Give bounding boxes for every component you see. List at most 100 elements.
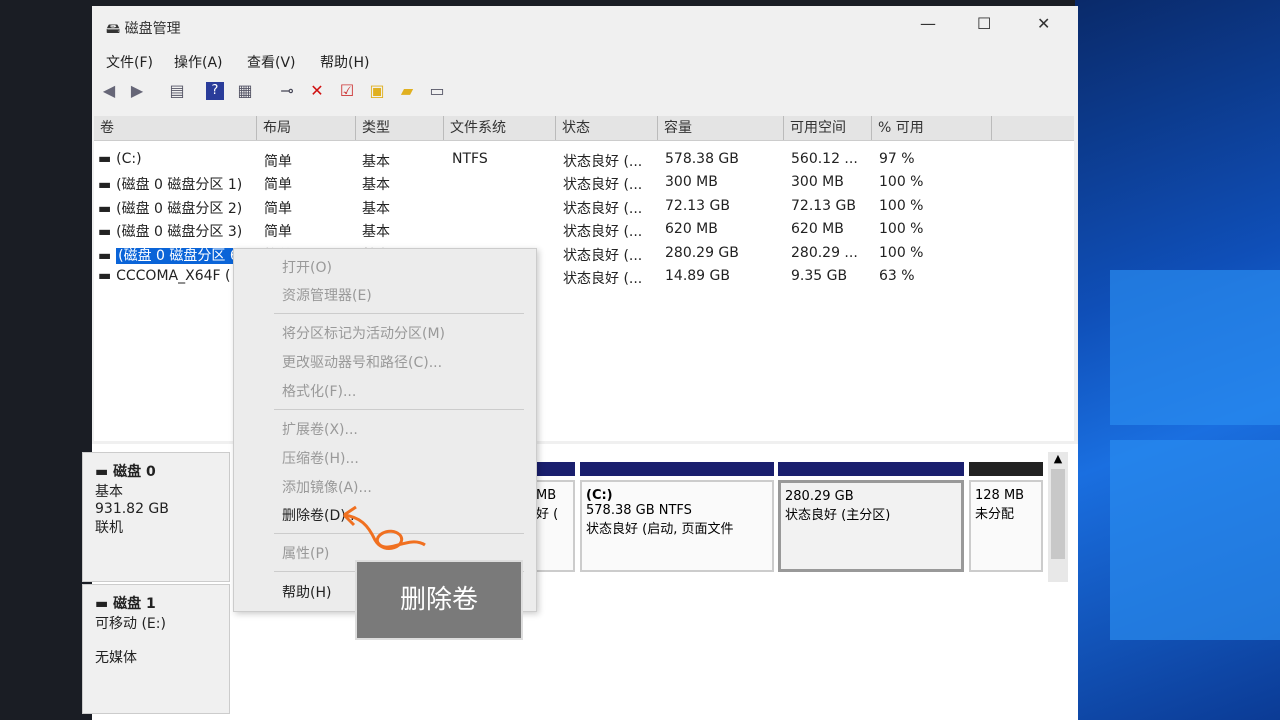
desktop-background <box>1075 0 1280 720</box>
back-icon[interactable]: ◀ <box>100 82 118 100</box>
menu-file[interactable]: 文件(F) <box>106 52 153 72</box>
cell-status: 状态良好 (... <box>563 154 643 170</box>
cell-free: 560.12 ... <box>791 151 858 167</box>
menu-action[interactable]: 操作(A) <box>174 52 223 72</box>
volume-name: (磁盘 0 磁盘分区 1) <box>116 177 243 194</box>
cell-cap: 620 MB <box>665 221 718 238</box>
cell-pct: 100 % <box>879 197 924 214</box>
forward-icon[interactable]: ▶ <box>128 82 146 100</box>
cell-free: 72.13 GB <box>791 197 856 214</box>
volume-row[interactable]: ▬ (磁盘 0 磁盘分区 1) 简单 基本 状态良好 (... 300 MB 300 MB… <box>94 172 1074 195</box>
disk-type: 可移动 (E:) <box>95 616 166 632</box>
cell-cap: 280.29 GB <box>665 244 739 261</box>
context-menu-item[interactable]: 扩展卷(X)... <box>282 419 358 439</box>
volume-icon: ▬ <box>98 224 117 241</box>
context-menu-item[interactable]: 将分区标记为活动分区(M) <box>282 323 445 343</box>
cell-layout: 简单 <box>264 224 292 241</box>
cell-layout: 简单 <box>264 200 292 217</box>
app-icon: 🖴 <box>106 21 125 37</box>
column-filesystem[interactable]: 文件系统 <box>444 116 556 140</box>
close-button[interactable]: ✕ <box>1037 14 1050 33</box>
context-menu-item[interactable]: 属性(P) <box>282 543 329 563</box>
column-free-space[interactable]: 可用空间 <box>784 116 872 140</box>
disk-name: ▬ 磁盘 1 <box>95 596 156 612</box>
cell-cap: 300 MB <box>665 174 718 191</box>
disk-1-label[interactable]: ▬ 磁盘 1 可移动 (E:) 无媒体 <box>82 584 230 714</box>
disk-size: 931.82 GB <box>95 501 169 517</box>
cell-free: 280.29 ... <box>791 244 858 261</box>
window-title: 🖴 磁盘管理 <box>106 21 181 37</box>
cell-pct: 100 % <box>879 244 924 261</box>
partition-block[interactable]: (C:) 578.38 GB NTFS 状态良好 (启动, 页面文件 <box>580 462 774 577</box>
minimize-button[interactable]: — <box>920 14 936 33</box>
scroll-up-icon[interactable]: ▲ <box>1048 452 1068 465</box>
cell-free: 9.35 GB <box>791 268 848 284</box>
cell-type: 基本 <box>362 200 390 217</box>
context-menu-item[interactable]: 打开(O) <box>282 257 332 277</box>
volume-name: (磁盘 0 磁盘分区 3) <box>116 224 243 241</box>
volume-icon: ▬ <box>98 268 117 284</box>
column-status[interactable]: 状态 <box>556 116 658 140</box>
partition-status: 未分配 <box>975 507 1015 522</box>
cell-type: 基本 <box>362 154 390 170</box>
cell-layout: 简单 <box>264 177 292 194</box>
cell-type: 基本 <box>362 177 390 194</box>
column-percent-free[interactable]: % 可用 <box>872 116 992 140</box>
menu-separator <box>274 409 524 410</box>
partition-label: (C:) <box>586 488 613 503</box>
cell-vol: ▬ CCCOMA_X64F ( <box>98 268 230 284</box>
context-menu-item[interactable]: 格式化(F)... <box>282 381 356 401</box>
partition-block[interactable]: 128 MB 未分配 <box>969 462 1043 577</box>
cell-vol: ▬ (磁盘 0 磁盘分区 3) <box>98 221 242 241</box>
volume-icon: ▬ <box>98 200 117 217</box>
connect-icon[interactable]: ⊸ <box>278 82 296 100</box>
context-menu-item[interactable]: 帮助(H) <box>282 582 331 602</box>
console-icon[interactable]: ▤ <box>168 82 186 100</box>
help-icon[interactable]: ? <box>206 82 224 100</box>
partition-body: 128 MB 未分配 <box>969 480 1043 572</box>
cell-vol: ▬ (磁盘 0 磁盘分区 1) <box>98 174 242 194</box>
volume-row[interactable]: ▬ (磁盘 0 磁盘分区 3) 简单 基本 状态良好 (... 620 MB 620 MB… <box>94 219 1074 242</box>
disk-state: 联机 <box>95 520 123 536</box>
volume-name: (磁盘 0 磁盘分区 6) <box>116 247 247 264</box>
scrollbar-thumb[interactable] <box>1051 469 1065 559</box>
list-icon[interactable]: ▭ <box>428 82 446 100</box>
partition-block[interactable]: 280.29 GB 状态良好 (主分区) <box>778 462 964 577</box>
cell-type: 基本 <box>362 224 390 241</box>
new-volume-icon[interactable]: ▣ <box>368 82 386 100</box>
volume-row[interactable]: ▬ (磁盘 0 磁盘分区 2) 简单 基本 状态良好 (... 72.13 GB 72.1… <box>94 196 1074 219</box>
context-menu-item[interactable]: 添加镜像(A)... <box>282 477 372 497</box>
cell-pct: 63 % <box>879 268 915 284</box>
volume-name: (C:) <box>116 151 142 167</box>
maximize-button[interactable]: ☐ <box>977 14 991 33</box>
check-icon[interactable]: ☑ <box>338 82 356 100</box>
volume-icon: ▬ <box>98 151 117 167</box>
column-layout[interactable]: 布局 <box>257 116 356 140</box>
context-menu-item[interactable]: 资源管理器(E) <box>282 285 372 305</box>
pointer-arrow-annotation <box>342 505 426 551</box>
volume-name: CCCOMA_X64F ( <box>116 268 231 284</box>
disk-state: 无媒体 <box>95 650 137 666</box>
partition-bar <box>969 462 1043 476</box>
context-menu-item[interactable]: 更改驱动器号和路径(C)... <box>282 352 442 372</box>
delete-icon[interactable]: ✕ <box>308 82 326 100</box>
column-capacity[interactable]: 容量 <box>658 116 784 140</box>
partition-size: 280.29 GB <box>785 489 854 504</box>
volume-name: (磁盘 0 磁盘分区 2) <box>116 200 243 217</box>
context-menu-item[interactable]: 压缩卷(H)... <box>282 448 359 468</box>
cell-vol: ▬ (磁盘 0 磁盘分区 2) <box>98 198 242 218</box>
volume-list-header: 卷 布局 类型 文件系统 状态 容量 可用空间 % 可用 <box>94 116 1074 141</box>
column-type[interactable]: 类型 <box>356 116 444 140</box>
disk-0-label[interactable]: ▬ 磁盘 0 基本 931.82 GB 联机 <box>82 452 230 582</box>
menu-help[interactable]: 帮助(H) <box>320 52 369 72</box>
folder-icon[interactable]: ▰ <box>398 82 416 100</box>
scrollbar[interactable]: ▲ <box>1048 452 1068 582</box>
menu-view[interactable]: 查看(V) <box>247 52 296 72</box>
caption-overlay: 删除卷 <box>355 560 523 640</box>
column-volume[interactable]: 卷 <box>94 116 257 140</box>
properties-icon[interactable]: ▦ <box>236 82 254 100</box>
cell-fs: NTFS <box>452 151 488 167</box>
cell-pct: 97 % <box>879 151 915 167</box>
volume-row[interactable]: ▬ (C:) 简单 基本 NTFS 状态良好 (... 578.38 GB 560.12 .… <box>94 149 1074 172</box>
volume-icon: ▬ <box>98 177 117 194</box>
